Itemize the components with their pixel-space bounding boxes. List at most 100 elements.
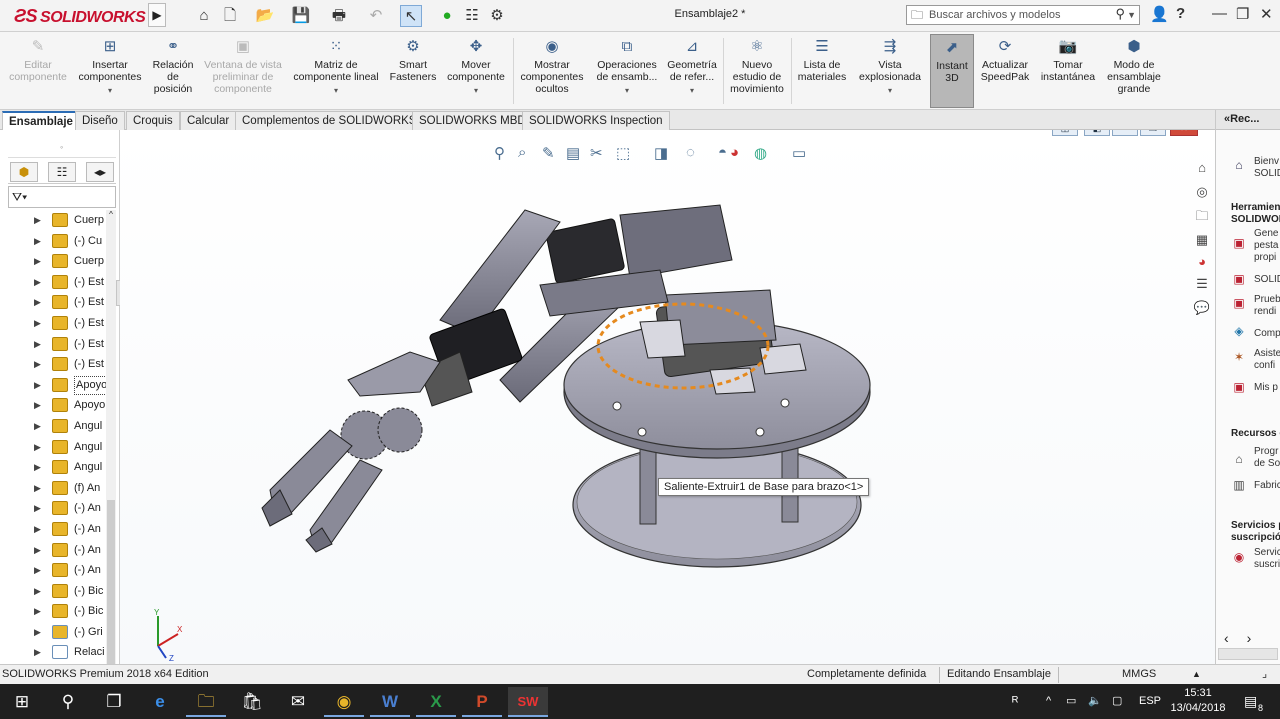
edge-browser-icon[interactable]: e <box>140 687 180 717</box>
tree-item[interactable]: ▶ Cuerp <box>30 210 112 231</box>
chrome-browser-icon[interactable]: ◉ <box>324 687 364 717</box>
tree-item[interactable]: ▶ Angul <box>30 437 112 458</box>
tab-diseno[interactable]: Diseño <box>75 111 125 130</box>
language-indicator[interactable]: ESP <box>1139 684 1161 719</box>
people-icon[interactable]: ᴿ <box>1012 684 1018 719</box>
tab-calcular[interactable]: Calcular <box>180 111 237 130</box>
print-icon[interactable]: 🖶 <box>327 5 351 27</box>
design-library-icon[interactable]: ◎ <box>1192 182 1212 202</box>
notifications-icon[interactable]: ▤ <box>1244 684 1257 719</box>
home-icon[interactable]: ⌂ <box>1192 158 1212 178</box>
options-gear-icon[interactable]: ⚙ <box>486 5 508 27</box>
rebuild-icon[interactable]: ● <box>440 5 454 27</box>
tree-item[interactable]: ▶ Apoyo <box>30 395 112 416</box>
minimize-icon[interactable]: — <box>1212 5 1227 22</box>
tab-mbd[interactable]: SOLIDWORKS MBD <box>412 111 533 130</box>
file-explorer-icon[interactable]: 🗀 <box>186 687 226 717</box>
insert-components-button[interactable]: ⊞ Insertar componentes ▾ <box>74 34 146 108</box>
word-icon[interactable]: W <box>370 687 410 717</box>
task-pane-title[interactable]: «Rec... <box>1216 110 1280 130</box>
store-icon[interactable]: 🛍 <box>232 687 272 717</box>
panel-tab-scroll-icon[interactable]: ◂▸ <box>86 162 114 182</box>
task-view-icon[interactable]: ❐ <box>94 687 134 717</box>
tab-inspection[interactable]: SOLIDWORKS Inspection <box>522 111 670 130</box>
tree-item[interactable]: ▶ (-) Bic <box>30 601 112 622</box>
tray-expand-icon[interactable]: ^ <box>1046 684 1051 719</box>
forum-icon[interactable]: 💬 <box>1192 298 1212 318</box>
windows-start-icon[interactable]: ⊞ <box>2 687 42 717</box>
save-icon[interactable]: 💾 <box>289 5 313 27</box>
tree-item[interactable]: ▶ (-) Est <box>30 292 112 313</box>
solidworks-taskbar-icon[interactable]: SW <box>508 687 548 717</box>
scroll-thumb[interactable] <box>107 500 115 670</box>
undo-icon[interactable]: ↶ <box>364 5 388 27</box>
solidworks-logo[interactable]: ƧS SOLIDWORKS <box>14 6 146 27</box>
tree-item[interactable]: ▶ (-) Bic <box>30 581 112 602</box>
tree-item[interactable]: ▶ Angul <box>30 457 112 478</box>
tree-item[interactable]: ▶ Angul <box>30 416 112 437</box>
tab-croquis[interactable]: Croquis <box>126 111 180 130</box>
update-speedpak-button[interactable]: ⟳ Actualizar SpeedPak <box>976 34 1034 108</box>
chevron-left-icon[interactable]: ‹ <box>1224 630 1229 646</box>
open-icon[interactable]: 📂 <box>253 5 277 27</box>
new-document-icon[interactable]: 🗋 <box>220 5 240 27</box>
move-component-button[interactable]: ✥ Mover componente ▾ <box>442 34 510 108</box>
view-palette-icon[interactable]: ▦ <box>1192 230 1212 250</box>
mate-button[interactable]: ⚭ Relación de posición <box>148 34 198 108</box>
large-assembly-mode-button[interactable]: ⬢ Modo de ensamblaje grande <box>1102 34 1166 108</box>
custom-properties-icon[interactable]: ☰ <box>1192 274 1212 294</box>
volume-icon[interactable]: 🔈 <box>1088 684 1102 719</box>
property-manager-tab-icon[interactable]: ☷ <box>48 162 76 182</box>
feature-manager-tab-icon[interactable]: ⬢ <box>10 162 38 182</box>
units-selector[interactable]: MMGS <box>1122 665 1156 684</box>
task-pane-hscroll[interactable] <box>1218 648 1278 660</box>
linear-component-pattern-button[interactable]: ⁙ Matriz de componente lineal ▾ <box>288 34 384 108</box>
tree-item[interactable]: ▶ (-) Est <box>30 272 112 293</box>
edit-component-button[interactable]: ✎ Editar componente <box>4 34 72 108</box>
tree-scrollbar[interactable]: ^ <box>106 210 116 670</box>
tree-item[interactable]: ▶ (f) An <box>30 478 112 499</box>
collapse-handle-icon[interactable]: ◦ <box>60 142 63 152</box>
file-properties-icon[interactable]: ☷ <box>462 5 482 27</box>
chevron-right-icon[interactable]: › <box>1247 630 1252 646</box>
exploded-view-button[interactable]: ⇶ Vista explosionada ▾ <box>854 34 926 108</box>
restore-icon[interactable]: ❐ <box>1236 5 1249 23</box>
battery-icon[interactable]: ▭ <box>1066 684 1076 719</box>
bill-of-materials-button[interactable]: ☰ Lista de materiales <box>794 34 850 108</box>
instant-3d-button[interactable]: ⬈ Instant 3D <box>930 34 974 108</box>
help-icon[interactable]: ? <box>1176 5 1185 22</box>
excel-icon[interactable]: X <box>416 687 456 717</box>
take-snapshot-button[interactable]: 📷 Tomar instantánea <box>1036 34 1100 108</box>
tree-item[interactable]: ▶ (-) Cu <box>30 231 112 252</box>
tree-filter-icon[interactable]: ⛛▾ <box>8 186 116 208</box>
tree-item[interactable]: ▶ (-) Est <box>30 354 112 375</box>
tree-item[interactable]: ▶ Cuerp <box>30 251 112 272</box>
search-icon[interactable]: ⚲ <box>48 687 88 717</box>
user-icon[interactable]: 👤 <box>1150 5 1169 23</box>
tab-complementos[interactable]: Complementos de SOLIDWORKS <box>235 111 424 130</box>
search-dropdown-icon[interactable]: ▼ <box>1127 6 1136 24</box>
new-motion-study-button[interactable]: ⚛ Nuevo estudio de movimiento <box>726 34 788 108</box>
tree-item[interactable]: ▶ (-) An <box>30 560 112 581</box>
tab-ensamblaje[interactable]: Ensamblaje <box>2 111 80 130</box>
mail-icon[interactable]: ✉ <box>278 687 318 717</box>
network-icon[interactable]: ▢ <box>1112 684 1122 719</box>
scroll-up-icon[interactable]: ^ <box>106 210 116 219</box>
units-dropdown-icon[interactable]: ▲ <box>1192 665 1201 684</box>
search-icon[interactable]: ⚲ <box>1115 5 1125 23</box>
tree-item[interactable]: ▶ Relaci <box>30 642 112 663</box>
menu-expand-arrow[interactable]: ▶ <box>148 3 166 27</box>
smart-fasteners-button[interactable]: ⚙ Smart Fasteners <box>386 34 440 108</box>
tree-item[interactable]: ▶ (-) Gri <box>30 622 112 643</box>
tree-item[interactable]: ▶ (-) An <box>30 498 112 519</box>
powerpoint-icon[interactable]: P <box>462 687 502 717</box>
component-preview-window-button[interactable]: ▣ Ventana de vista preliminar de componen… <box>200 34 286 108</box>
tree-item[interactable]: ▶ (-) An <box>30 540 112 561</box>
tree-item[interactable]: ▶ (-) Est <box>30 334 112 355</box>
home-icon[interactable]: ⌂ <box>194 5 214 27</box>
status-resize-icon[interactable]: ⌟ <box>1262 665 1267 684</box>
show-hidden-components-button[interactable]: ◉ Mostrar componentes ocultos <box>516 34 588 108</box>
search-input[interactable]: 🗀 Buscar archivos y modelos ⚲ ▼ <box>906 5 1140 25</box>
file-explorer-icon[interactable]: 🗀 <box>1192 206 1212 226</box>
appearances-icon[interactable]: ◕ <box>1192 252 1212 272</box>
